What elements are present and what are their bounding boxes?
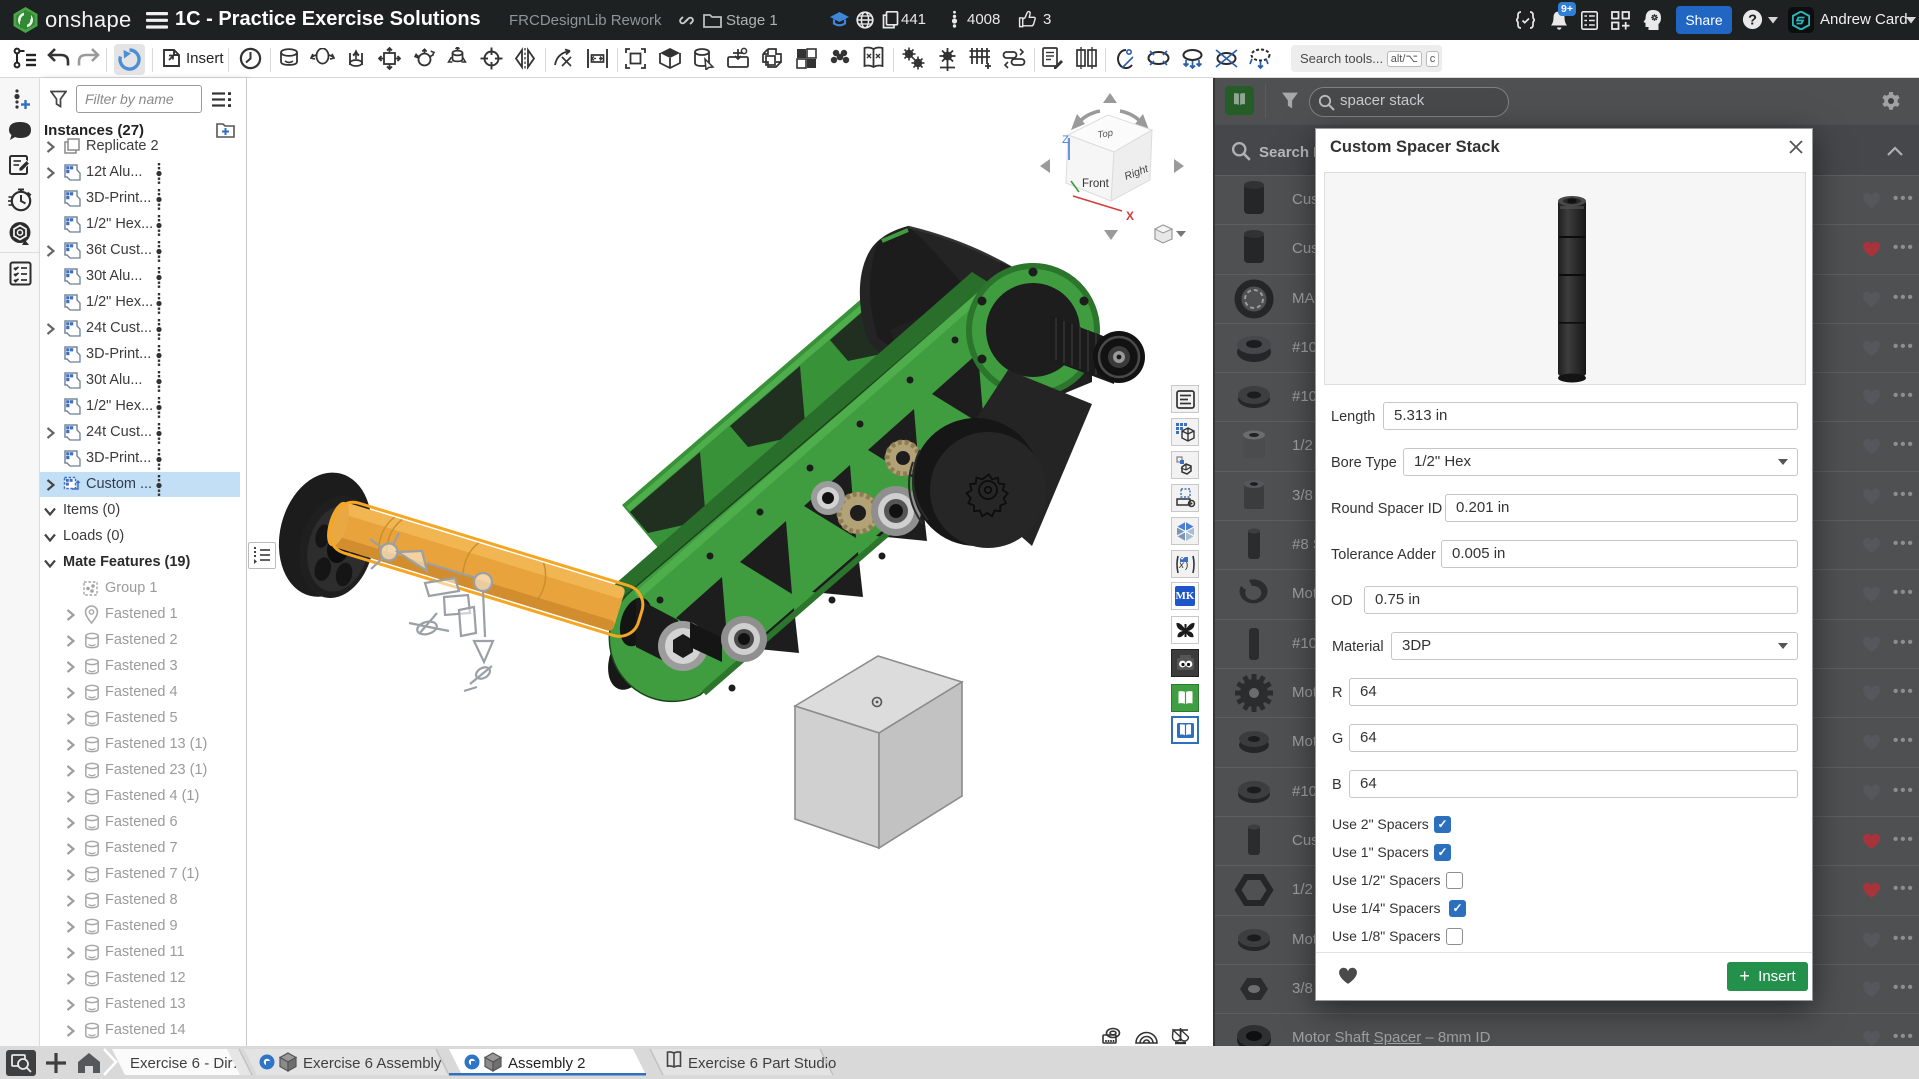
svg-text:Exercise 6 Part Studio: Exercise 6 Part Studio [688, 1055, 836, 1072]
svg-text:?: ? [1748, 13, 1757, 29]
svg-text:Assembly 2: Assembly 2 [508, 1055, 586, 1072]
svg-text:Z: Z [1062, 134, 1069, 146]
svg-text:Front: Front [1082, 178, 1110, 190]
svg-text:Exercise 6 Assembly: Exercise 6 Assembly [303, 1055, 442, 1072]
svg-text:Exercise 6 - Dir…: Exercise 6 - Dir… [130, 1055, 248, 1072]
svg-text:X: X [1126, 209, 1134, 223]
